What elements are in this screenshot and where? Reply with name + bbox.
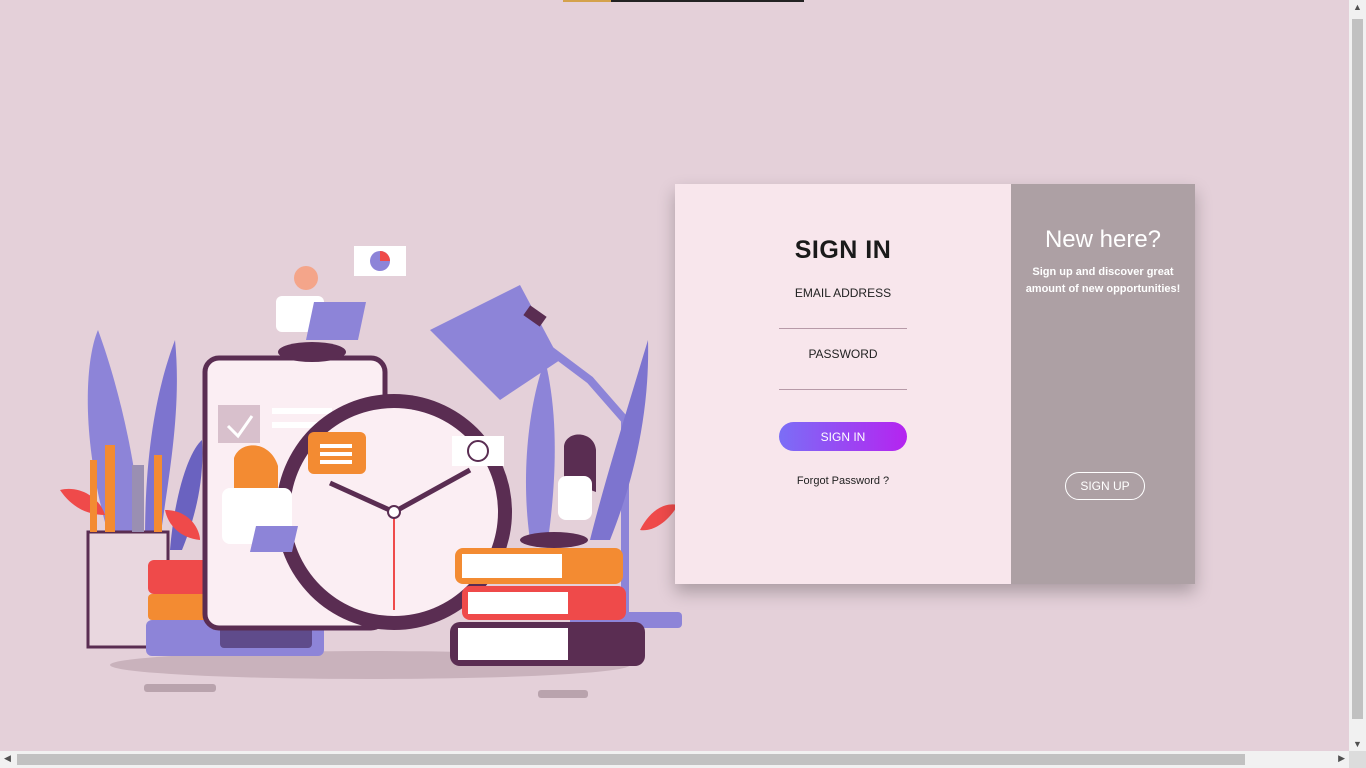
signin-button[interactable]: SIGN IN	[779, 422, 907, 451]
arrow-right-icon[interactable]: ▶	[1338, 753, 1345, 764]
signup-panel: New here? Sign up and discover great amo…	[1011, 184, 1195, 584]
email-field[interactable]	[779, 306, 907, 329]
signup-subtitle: Sign up and discover great amount of new…	[1025, 266, 1181, 295]
vertical-scrollbar[interactable]: ▲ ▼	[1349, 0, 1366, 751]
signin-title: SIGN IN	[794, 236, 892, 264]
signin-panel: SIGN IN EMAIL ADDRESS PASSWORD SIGN IN F…	[675, 184, 1011, 584]
study-illustration	[60, 246, 682, 698]
vertical-scroll-thumb[interactable]	[1352, 19, 1363, 719]
password-label: PASSWORD	[808, 347, 878, 361]
login-card: SIGN IN EMAIL ADDRESS PASSWORD SIGN IN F…	[675, 184, 1195, 584]
arrow-up-icon[interactable]: ▲	[1353, 2, 1362, 12]
arrow-left-icon[interactable]: ◀	[4, 753, 11, 764]
scrollbar-corner	[1349, 751, 1366, 768]
email-label: EMAIL ADDRESS	[794, 286, 892, 300]
forgot-password-link[interactable]: Forgot Password ?	[675, 475, 1011, 487]
signup-title: New here?	[1044, 226, 1162, 253]
arrow-down-icon[interactable]: ▼	[1353, 739, 1362, 749]
horizontal-scrollbar[interactable]: ◀ ▶	[0, 751, 1349, 768]
signup-button[interactable]: SIGN UP	[1065, 472, 1145, 500]
password-field[interactable]	[779, 367, 907, 390]
top-loading-bar-accent	[563, 0, 611, 2]
horizontal-scroll-thumb[interactable]	[17, 754, 1245, 765]
